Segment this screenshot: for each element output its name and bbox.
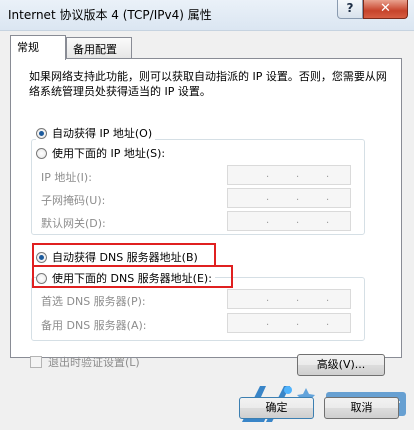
cancel-button[interactable]: 取消 [324,397,399,419]
ip-dot: . [326,169,330,180]
ip-address-input[interactable]: . . . [227,165,351,185]
auto-ip-label: 自动获得 IP 地址(O) [52,127,153,140]
tab-alternate-config[interactable]: 备用配置 [66,37,132,59]
preferred-dns-input[interactable]: . . . [227,289,351,309]
subnet-mask-label: 子网掩码(U): [41,194,106,207]
validate-settings-checkbox[interactable]: 退出时验证设置(L) [30,354,140,370]
ip-dot: . [326,215,330,226]
ip-dot: . [296,317,300,328]
ip-dot: . [266,317,270,328]
title-bar[interactable]: Internet 协议版本 4 (TCP/IPv4) 属性 ? ✕ [0,0,414,31]
ip-dot: . [296,293,300,304]
highlight-box-auto-dns [32,243,216,267]
description-text: 如果网络支持此功能，则可以获取自动指派的 IP 设置。否则，您需要从网络系统管理… [29,70,387,98]
alternate-dns-label: 备用 DNS 服务器(A): [41,319,147,332]
close-button[interactable]: ✕ [363,0,408,19]
auto-ip-radio[interactable]: 自动获得 IP 地址(O) [36,125,156,141]
radio-unselected-icon [36,147,47,159]
preferred-dns-label: 首选 DNS 服务器(P): [41,295,146,308]
tab-general[interactable]: 常规 [10,35,66,60]
help-button[interactable]: ? [337,0,363,19]
highlight-box-manual-dns [32,265,233,288]
ip-dot: . [296,169,300,180]
ip-dot: . [296,192,300,203]
default-gateway-label: 默认网关(D): [41,217,106,230]
subnet-mask-input[interactable]: . . . [227,188,351,208]
ip-dot: . [266,293,270,304]
general-tab-panel: 如果网络支持此功能，则可以获取自动指派的 IP 设置。否则，您需要从网络系统管理… [10,58,402,358]
alternate-dns-input[interactable]: . . . [227,313,351,333]
tcpip-properties-dialog: Internet 协议版本 4 (TCP/IPv4) 属性 ? ✕ 常规 备用配… [0,0,414,430]
ip-dot: . [326,317,330,328]
ip-dot: . [296,215,300,226]
manual-ip-radio[interactable]: 使用下面的 IP 地址(S): [36,145,169,161]
ip-address-label: IP 地址(I): [41,171,92,184]
advanced-button[interactable]: 高级(V)... [297,354,385,376]
ip-dot: . [266,169,270,180]
default-gateway-input[interactable]: . . . [227,211,351,231]
ip-dot: . [266,215,270,226]
ip-dot: . [326,192,330,203]
validate-settings-label: 退出时验证设置(L) [48,356,140,369]
ip-dot: . [266,192,270,203]
ip-dot: . [326,293,330,304]
radio-selected-icon [36,127,47,139]
manual-ip-label: 使用下面的 IP 地址(S): [52,147,166,160]
window-title: Internet 协议版本 4 (TCP/IPv4) 属性 [8,8,212,22]
ok-button[interactable]: 确定 [239,397,314,419]
checkbox-icon [30,356,42,368]
